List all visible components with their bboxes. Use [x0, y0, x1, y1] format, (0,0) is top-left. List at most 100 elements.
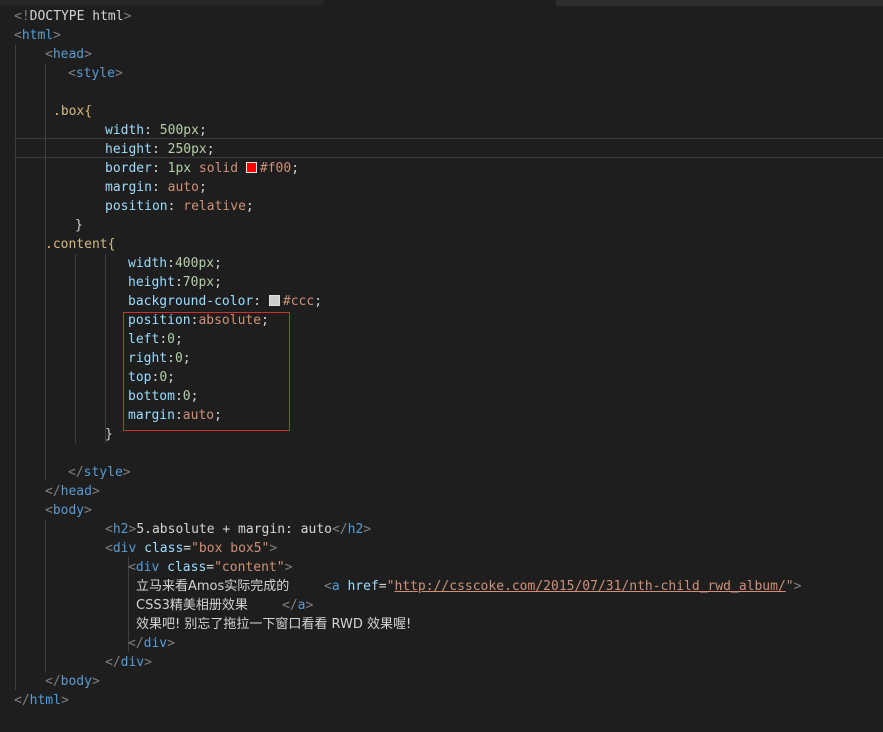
content-text: 立马来看Amos实际完成的: [136, 579, 290, 594]
attribute-value: "box box5": [191, 541, 270, 556]
attribute-name: class: [144, 541, 184, 556]
code-line[interactable]: <div class="box box5">: [105, 539, 277, 558]
code-line[interactable]: }: [75, 216, 83, 235]
css-property: margin: [105, 180, 152, 195]
code-line[interactable]: border: 1px solid #f00;: [105, 159, 299, 178]
attribute-name: class: [167, 560, 207, 575]
closing-brace: }: [105, 427, 113, 442]
indent-guide: [45, 519, 46, 671]
indent-guide: [15, 45, 16, 690]
code-line[interactable]: height: 250px;: [105, 140, 215, 159]
code-line[interactable]: </body>: [45, 672, 100, 691]
code-line[interactable]: height:70px;: [128, 273, 222, 292]
tag-name: style: [83, 465, 123, 480]
doctype-text: DOCTYPE html: [29, 9, 124, 24]
tab-bar: [0, 0, 883, 6]
code-line[interactable]: 效果吧! 别忘了拖拉一下窗口看看 RWD 效果喔!: [136, 615, 411, 634]
tag-name: h2: [112, 522, 129, 537]
color-swatch-icon[interactable]: [245, 162, 257, 173]
code-line[interactable]: </div>: [128, 634, 175, 653]
code-line[interactable]: <html>: [14, 26, 61, 45]
code-line[interactable]: </div>: [105, 653, 152, 672]
css-value: auto: [182, 408, 215, 423]
heading-text: 5.absolute + margin: auto: [136, 522, 332, 537]
color-value: #ccc: [282, 294, 315, 309]
tag-name: a: [331, 579, 340, 594]
code-line[interactable]: <head>: [45, 45, 92, 64]
code-line[interactable]: <!DOCTYPE html>: [14, 7, 131, 26]
css-value: relative: [183, 199, 246, 214]
indent-guide: [45, 64, 46, 481]
css-property: position: [128, 313, 191, 328]
tag-name: html: [29, 693, 61, 708]
tag-name: div: [112, 541, 137, 556]
tag-name: html: [21, 28, 54, 43]
code-line[interactable]: margin:auto;: [128, 406, 222, 425]
css-property: left: [128, 332, 160, 347]
code-line[interactable]: <style>: [68, 64, 123, 83]
code-line[interactable]: position:absolute;: [128, 311, 269, 330]
css-property: border: [105, 161, 152, 176]
code-line[interactable]: <div class="content">: [128, 558, 292, 577]
css-selector: .box{: [53, 104, 93, 119]
closing-brace: }: [75, 218, 83, 233]
css-value: 0: [167, 332, 175, 347]
editor-tab[interactable]: [0, 0, 324, 6]
color-value: #f00: [259, 161, 292, 176]
code-line[interactable]: </head>: [45, 482, 100, 501]
css-selector: .content{: [45, 237, 116, 252]
href-link[interactable]: http://csscoke.com/2015/07/31/nth-child_…: [394, 579, 785, 594]
code-line[interactable]: position: relative;: [105, 197, 254, 216]
tag-name: style: [75, 66, 115, 81]
attribute-name: href: [347, 579, 379, 594]
editor-tab-inactive[interactable]: [556, 0, 883, 6]
css-property: position: [105, 199, 168, 214]
code-line[interactable]: width: 500px;: [105, 121, 207, 140]
code-line[interactable]: width:400px;: [128, 254, 222, 273]
css-property: height: [105, 142, 152, 157]
tag-name: head: [60, 484, 92, 499]
css-value: 500px: [159, 123, 199, 138]
css-property: width: [128, 256, 168, 271]
attribute-value: "content": [214, 560, 285, 575]
css-property: width: [105, 123, 145, 138]
css-value: auto: [167, 180, 199, 195]
code-line[interactable]: </html>: [14, 691, 69, 710]
tag-name: head: [52, 47, 85, 62]
code-line[interactable]: CSS3精美相册效果: [136, 596, 248, 615]
code-line[interactable]: left:0;: [128, 330, 183, 349]
tag-name: div: [135, 560, 160, 575]
code-line[interactable]: .box{: [53, 102, 92, 121]
code-line[interactable]: 立马来看Amos实际完成的: [136, 577, 289, 596]
code-line[interactable]: </a>: [282, 596, 313, 615]
css-property: height: [128, 275, 175, 290]
css-property: right: [128, 351, 168, 366]
code-line[interactable]: right:0;: [128, 349, 191, 368]
css-value: 0: [159, 370, 168, 385]
css-value: 0: [174, 351, 183, 366]
css-property: bottom: [128, 389, 175, 404]
tag-name: body: [60, 674, 92, 689]
code-line[interactable]: </style>: [68, 463, 131, 482]
tag-name: div: [120, 655, 145, 670]
code-editor[interactable]: <!DOCTYPE html> <html> <head> <style> .b…: [0, 0, 883, 732]
css-property: top: [128, 370, 152, 385]
code-line[interactable]: bottom:0;: [128, 387, 198, 406]
code-line[interactable]: .content{: [45, 235, 115, 254]
code-line[interactable]: background-color: #ccc;: [128, 292, 322, 311]
code-line-link[interactable]: <a href="http://csscoke.com/2015/07/31/n…: [324, 577, 801, 596]
indent-guide: [105, 254, 106, 443]
css-property: background-color: [128, 294, 254, 309]
code-line[interactable]: }: [105, 425, 113, 444]
doctype-open: <!: [14, 9, 30, 24]
color-swatch-icon[interactable]: [268, 295, 280, 306]
css-value: 250px: [167, 142, 207, 157]
code-line[interactable]: <h2>5.absolute + margin: auto</h2>: [105, 520, 371, 539]
code-line[interactable]: <body>: [45, 501, 92, 520]
content-text: CSS3精美相册效果: [136, 598, 248, 613]
tag-name: div: [143, 636, 168, 651]
code-line[interactable]: top:0;: [128, 368, 175, 387]
tag-name: body: [52, 503, 85, 518]
indent-guide: [75, 254, 76, 443]
code-line[interactable]: margin: auto;: [105, 178, 207, 197]
